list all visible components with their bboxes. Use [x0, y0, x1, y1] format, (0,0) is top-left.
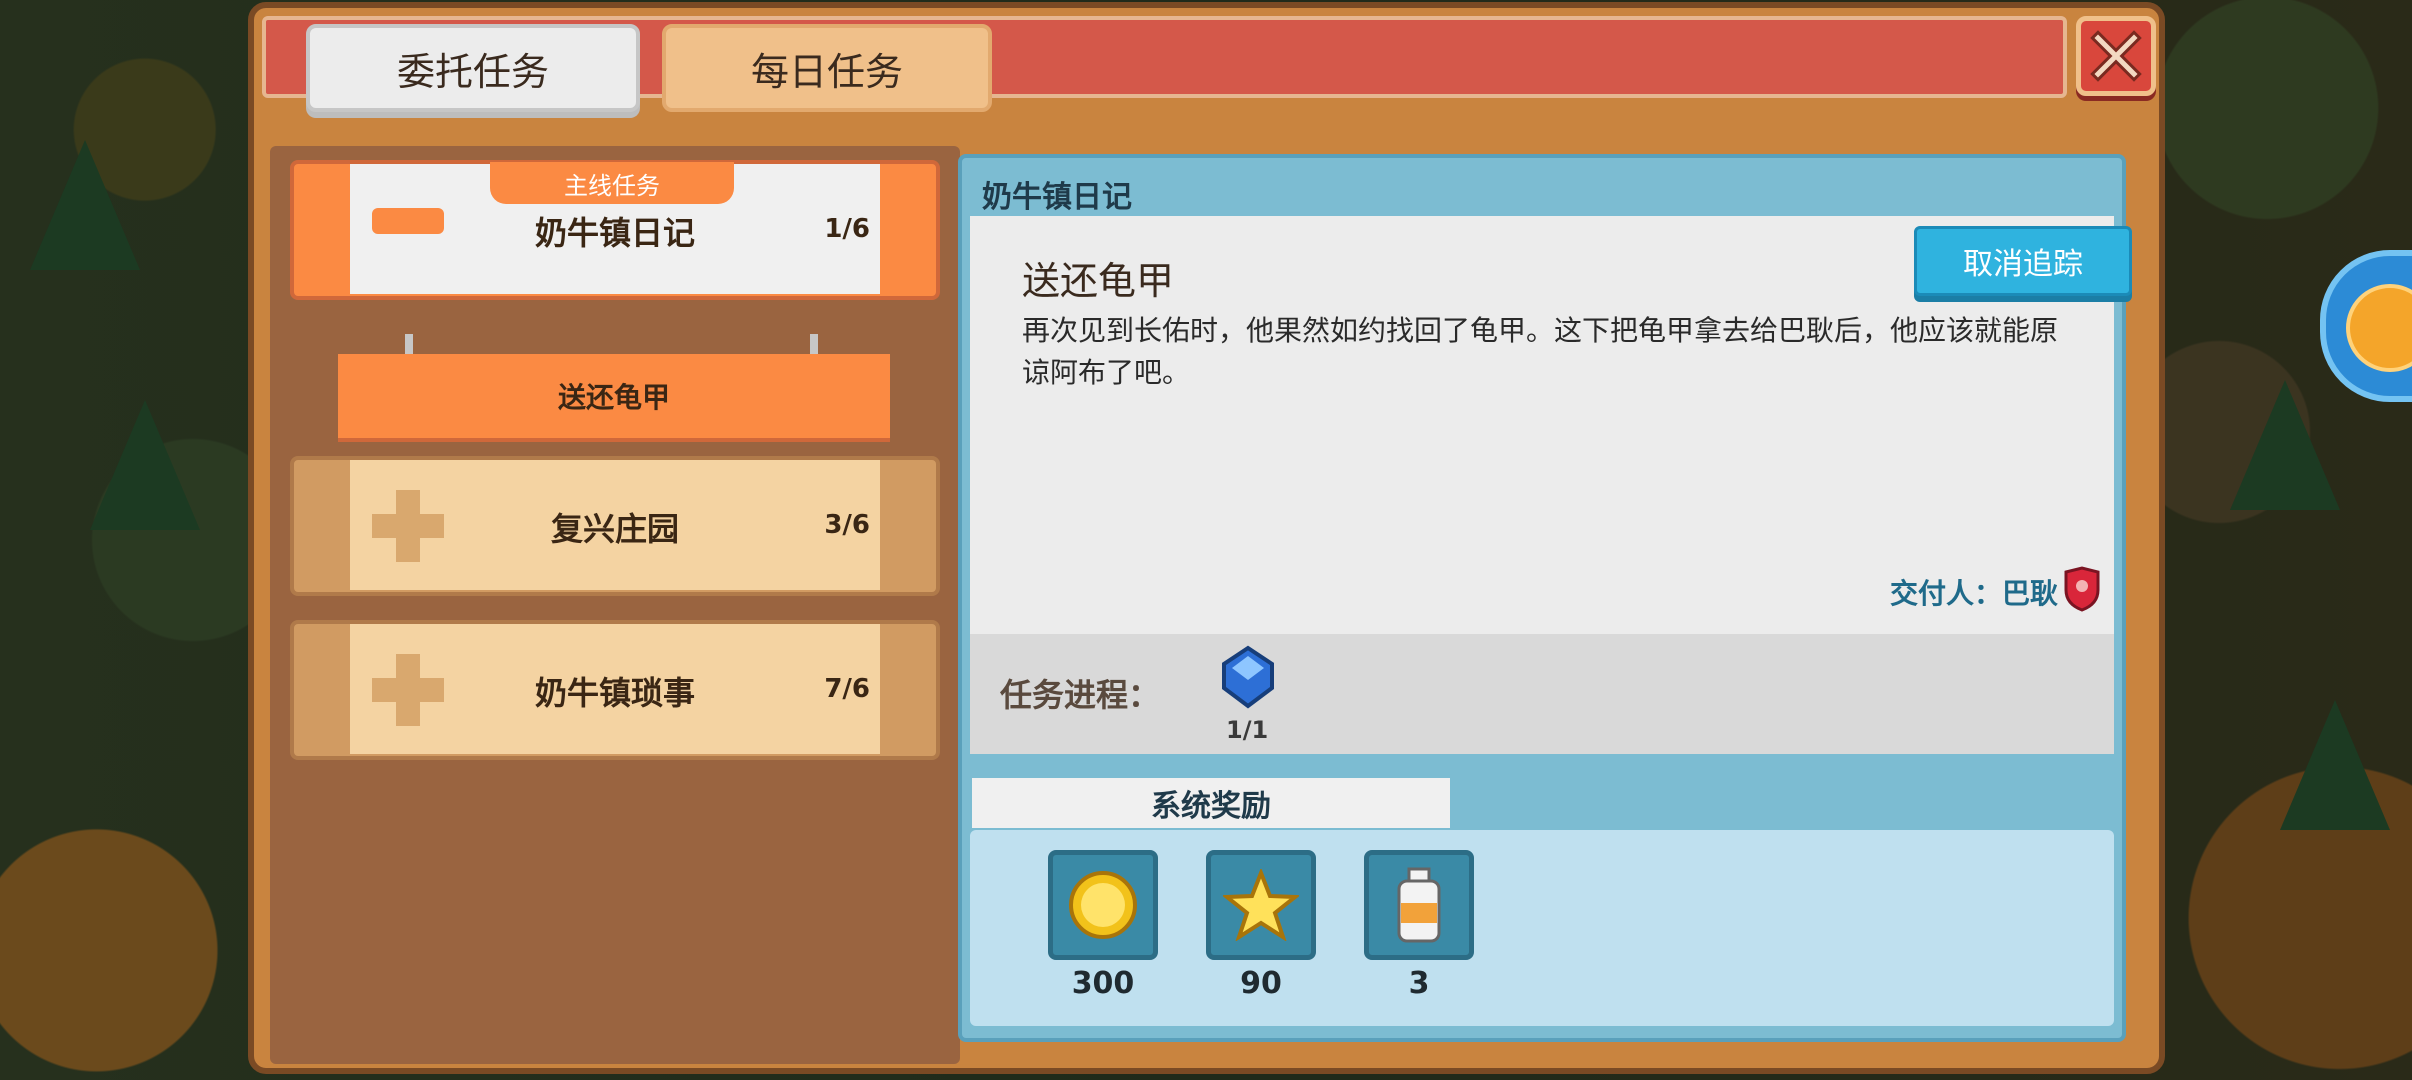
- tree-icon: [2230, 380, 2340, 510]
- quest-count: 7/6: [824, 674, 870, 704]
- progress-area: 任务进程： 1/1: [970, 634, 2114, 754]
- reward-slot: [1206, 850, 1316, 960]
- detail-header: 奶牛镇日记: [982, 180, 1132, 215]
- milk-bottle-icon: [1397, 867, 1441, 943]
- quest-card: 奶牛镇琐事 7/6: [350, 624, 880, 754]
- quest-item-cow-town-chores[interactable]: 奶牛镇琐事 7/6: [290, 620, 940, 760]
- quest-name: 奶牛镇琐事: [534, 674, 695, 712]
- blue-gem-icon: [1222, 645, 1274, 709]
- reward-item[interactable]: 3: [1364, 850, 1474, 1001]
- sub-quest-item[interactable]: 送还龟甲: [338, 354, 890, 438]
- quest-card: 奶牛镇日记 1/6 主线任务: [350, 162, 880, 294]
- quest-detail-panel: 奶牛镇日记 送还龟甲 取消追踪 再次见到长佑时，他果然如约找回了龟甲。这下把龟甲…: [958, 154, 2132, 1042]
- quest-name: 复兴庄园: [550, 510, 679, 548]
- main-quest-tag: 主线任务: [490, 162, 734, 204]
- star-icon: [1223, 869, 1299, 941]
- cancel-tracking-button[interactable]: 取消追踪: [1914, 226, 2132, 296]
- quest-card: 复兴庄园 3/6: [350, 460, 880, 590]
- quest-count: 1/6: [824, 214, 870, 244]
- reward-amount: 90: [1240, 966, 1282, 1001]
- close-icon: [2090, 30, 2142, 82]
- tab-system-rewards[interactable]: 系统奖励: [966, 772, 1456, 828]
- reward-item[interactable]: 300: [1048, 850, 1158, 1001]
- reward-amount: 300: [1071, 966, 1135, 1001]
- tree-icon: [2280, 700, 2390, 830]
- tree-icon: [30, 140, 140, 270]
- quest-window: 委托任务 每日任务 奶牛镇日记 1/6 主线任务 送还龟甲 复兴庄园 3/6 奶…: [248, 2, 2165, 1074]
- quest-name: 奶牛镇日记: [534, 214, 695, 252]
- tab-commission[interactable]: 委托任务: [306, 24, 640, 112]
- quest-item-revive-farm[interactable]: 复兴庄园 3/6: [290, 456, 940, 596]
- gold-coin-icon: [1069, 871, 1137, 939]
- quest-giver: 交付人：巴耿: [1889, 577, 2058, 610]
- quest-count: 3/6: [824, 510, 870, 540]
- reward-amount: 3: [1408, 966, 1430, 1001]
- gamepad-icon: [2346, 284, 2412, 372]
- reward-area: 300 90 3: [970, 830, 2114, 1026]
- shield-icon: [2064, 566, 2100, 612]
- quest-description: 再次见到长佑时，他果然如约找回了龟甲。这下把龟甲拿去给巴耿后，他应该就能原谅阿布…: [1022, 314, 2059, 389]
- close-button[interactable]: [2076, 16, 2156, 96]
- connector: [810, 334, 818, 356]
- reward-slot: [1048, 850, 1158, 960]
- tab-daily[interactable]: 每日任务: [662, 24, 992, 112]
- quest-list: 奶牛镇日记 1/6 主线任务 送还龟甲 复兴庄园 3/6 奶牛镇琐事 7/6: [270, 146, 960, 1064]
- progress-count: 1/1: [1226, 716, 1269, 744]
- connector: [405, 334, 413, 356]
- quest-item-cow-town-diary[interactable]: 奶牛镇日记 1/6 主线任务: [290, 160, 940, 300]
- content-area: 奶牛镇日记 1/6 主线任务 送还龟甲 复兴庄园 3/6 奶牛镇琐事 7/6 奶…: [254, 114, 2159, 1066]
- reward-slot: [1364, 850, 1474, 960]
- reward-item[interactable]: 90: [1206, 850, 1316, 1001]
- progress-label: 任务进程：: [1000, 676, 1161, 714]
- tree-icon: [90, 400, 200, 530]
- quest-title: 送还龟甲: [1022, 259, 1175, 303]
- description-box: 送还龟甲 取消追踪 再次见到长佑时，他果然如约找回了龟甲。这下把龟甲拿去给巴耿后…: [970, 216, 2132, 634]
